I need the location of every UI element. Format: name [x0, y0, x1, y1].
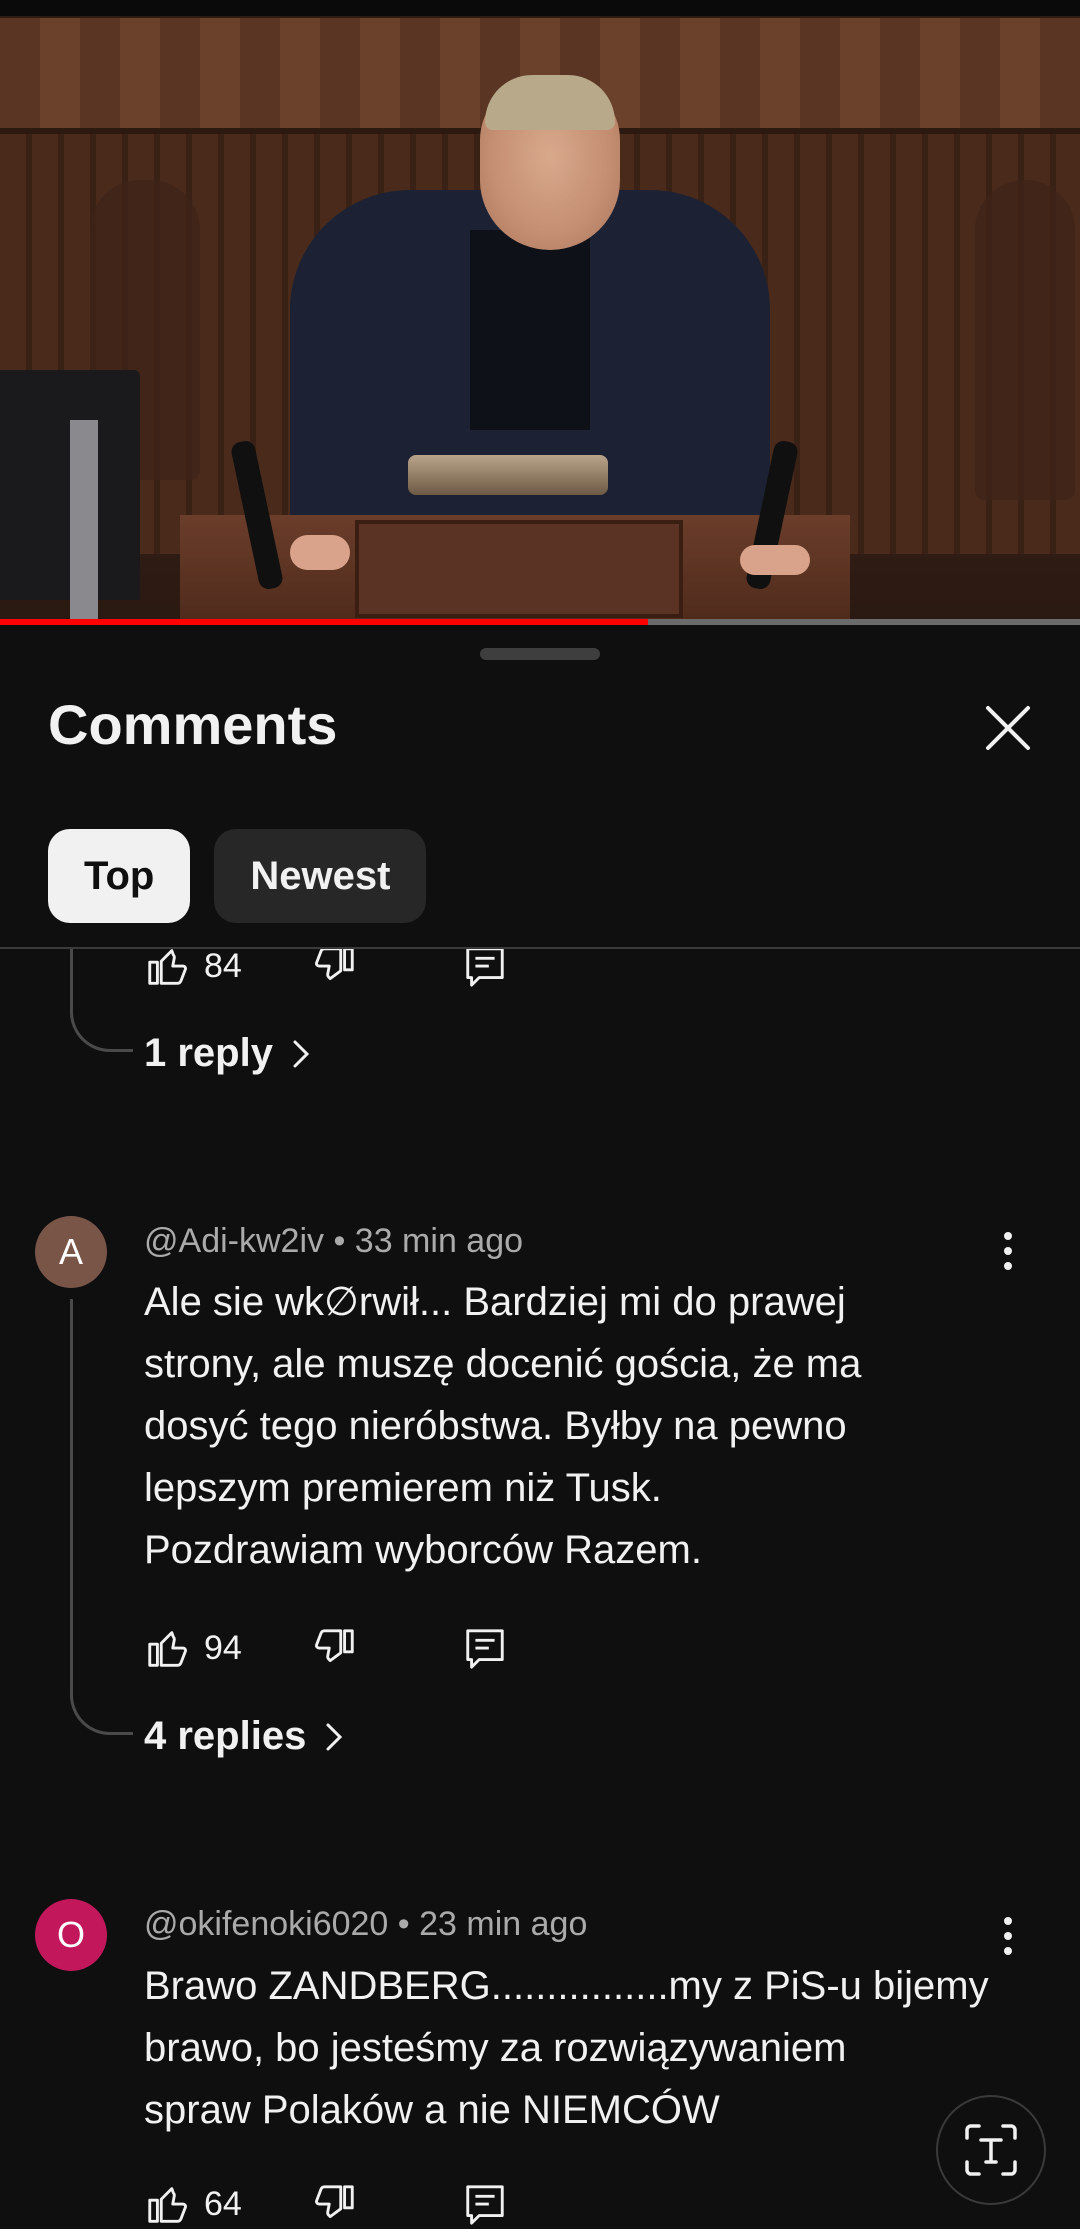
thumb-down-icon: [315, 1629, 354, 1663]
reply-button[interactable]: [462, 1625, 508, 1676]
text-select-icon: [965, 2124, 1017, 2176]
avatar[interactable]: O: [35, 1899, 107, 1971]
thumb-down-icon: [315, 949, 354, 981]
close-button[interactable]: [978, 698, 1038, 763]
comment-meta: @Adi-kw2iv • 33 min ago: [144, 1222, 523, 1261]
chip-top[interactable]: Top: [48, 829, 191, 923]
close-icon: [986, 706, 1030, 750]
more-vert-icon-dot: [1004, 1247, 1012, 1255]
video-progress-fill: [0, 619, 648, 625]
thread-connector: [70, 999, 133, 1052]
dislike-button[interactable]: [312, 949, 358, 994]
like-count: 84: [204, 949, 242, 985]
video-frame-lectern-panel: [355, 520, 683, 618]
more-vert-icon-dot: [1004, 1947, 1012, 1955]
meta-separator: •: [388, 1905, 420, 1943]
comment-time: 23 min ago: [419, 1905, 588, 1943]
more-vert-icon-dot: [1004, 1262, 1012, 1270]
video-frame-hand: [740, 545, 810, 575]
replies-button[interactable]: 4 replies: [144, 1714, 348, 1759]
avatar-letter: A: [58, 1231, 83, 1272]
more-vert-icon-dot: [1004, 1932, 1012, 1940]
sheet-title: Comments: [48, 693, 338, 756]
chevron-right-icon: [326, 1723, 343, 1750]
comment-actions: 84: [144, 949, 242, 989]
comment-time: 33 min ago: [354, 1222, 524, 1260]
thread-connector: [70, 1682, 133, 1735]
comment-meta: @okifenoki6020 • 23 min ago: [144, 1905, 587, 1944]
reply-button[interactable]: [462, 949, 508, 994]
video-frame-monitor-stand: [70, 420, 98, 620]
video-frame-carving: [975, 180, 1075, 500]
comment-author[interactable]: @Adi-kw2iv: [144, 1222, 324, 1260]
replies-label: 1 reply: [144, 1031, 273, 1075]
chevron-right-icon: [293, 1040, 310, 1067]
text-select-button[interactable]: [936, 2095, 1046, 2205]
meta-separator: •: [324, 1222, 355, 1260]
dislike-button[interactable]: [312, 1625, 358, 1676]
video-frame-lamp: [408, 455, 608, 495]
dislike-button[interactable]: [312, 2181, 358, 2229]
comment-actions: 94: [144, 1625, 242, 1671]
thumb-down-icon: [315, 2185, 354, 2219]
replies-label: 4 replies: [144, 1714, 307, 1758]
comment-author[interactable]: @okifenoki6020: [144, 1905, 388, 1943]
like-count: 64: [204, 2184, 242, 2223]
thumb-up-icon[interactable]: [144, 949, 190, 989]
sort-chips: Top Newest: [48, 829, 427, 923]
more-vert-icon: [1004, 1917, 1012, 1925]
video-frame-shirt: [470, 230, 590, 430]
video-frame-hair: [485, 75, 615, 130]
avatar-letter: O: [56, 1914, 85, 1955]
thumb-up-icon[interactable]: [144, 1625, 190, 1671]
more-vert-icon: [1004, 1232, 1012, 1240]
reply-comment-icon: [466, 1629, 504, 1669]
drag-handle[interactable]: [480, 648, 600, 660]
comment-text: Brawo ZANDBERG................my z PiS-u…: [144, 1964, 989, 2132]
avatar[interactable]: A: [35, 1216, 107, 1288]
replies-button[interactable]: 1 reply: [144, 1031, 315, 1076]
reply-button[interactable]: [462, 2181, 508, 2229]
chip-newest[interactable]: Newest: [214, 829, 427, 923]
reply-comment-icon: [466, 2185, 504, 2225]
reply-comment-icon: [466, 949, 504, 987]
video-frame-hand: [290, 535, 350, 570]
status-strip: [0, 0, 1080, 16]
thumb-up-icon[interactable]: [144, 2181, 190, 2227]
video-player[interactable]: [0, 0, 1080, 625]
comment-list[interactable]: 84 1 reply A @Adi-kw2iv • 33 min ago Ale…: [0, 949, 1080, 2229]
comment-actions: 64: [144, 2181, 242, 2227]
thread-line: [70, 1299, 73, 1689]
comment-text: Ale sie wk∅rwił... Bardziej mi do prawej…: [144, 1280, 862, 1572]
like-count: 94: [204, 1628, 242, 1667]
